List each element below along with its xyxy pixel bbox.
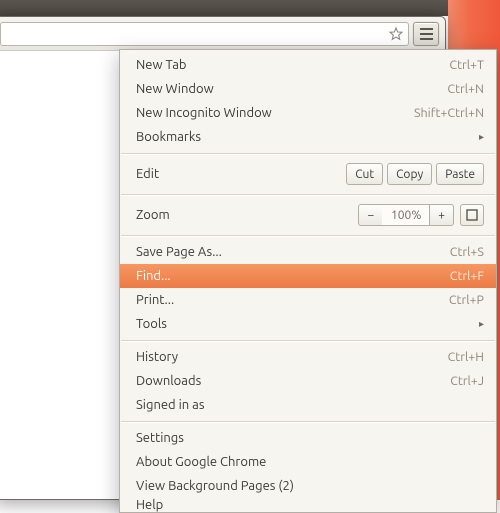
chevron-right-icon: ▸ [479, 318, 484, 330]
zoom-out-button[interactable]: − [358, 204, 383, 226]
menu-item-history[interactable]: History Ctrl+H [120, 345, 496, 369]
cut-button[interactable]: Cut [346, 163, 383, 185]
menu-item-save-as[interactable]: Save Page As... Ctrl+S [120, 240, 496, 264]
menu-item-downloads[interactable]: Downloads Ctrl+J [120, 369, 496, 393]
menu-shortcut: Ctrl+N [447, 82, 484, 96]
menu-label: Signed in as [136, 398, 484, 412]
menu-item-new-window[interactable]: New Window Ctrl+N [120, 77, 496, 101]
menu-label: Edit [136, 167, 346, 181]
menu-item-about[interactable]: About Google Chrome [120, 450, 496, 474]
menu-label: Bookmarks [136, 130, 475, 144]
bookmark-star-icon[interactable] [388, 26, 404, 42]
menu-item-signed-in[interactable]: Signed in as [120, 393, 496, 417]
main-menu-button[interactable] [413, 22, 439, 46]
menu-item-tools[interactable]: Tools ▸ [120, 312, 496, 336]
menu-label: Tools [136, 317, 475, 331]
menu-label: New Window [136, 82, 447, 96]
menu-label: Print... [136, 293, 449, 307]
menu-shortcut: Ctrl+P [449, 293, 484, 307]
menu-shortcut: Ctrl+S [450, 245, 484, 259]
zoom-in-button[interactable]: + [429, 204, 454, 226]
zoom-controls: − 100% + [358, 204, 454, 226]
menu-separator [121, 194, 495, 195]
menu-separator [121, 153, 495, 154]
menu-shortcut: Shift+Ctrl+N [414, 106, 484, 120]
menu-item-help[interactable]: Help [120, 498, 496, 512]
desktop-panel [0, 0, 448, 16]
menu-label: Help [136, 498, 163, 512]
menu-label: Find... [136, 269, 450, 283]
menu-label: View Background Pages (2) [136, 479, 484, 493]
menu-separator [121, 421, 495, 422]
menu-label: Save Page As... [136, 245, 450, 259]
hamburger-icon [420, 28, 433, 30]
main-menu: New Tab Ctrl+T New Window Ctrl+N New Inc… [119, 49, 497, 513]
menu-item-zoom: Zoom − 100% + [120, 199, 496, 231]
copy-button[interactable]: Copy [387, 163, 432, 185]
paste-button[interactable]: Paste [436, 163, 484, 185]
address-bar[interactable] [0, 22, 409, 46]
menu-shortcut: Ctrl+F [450, 269, 484, 283]
menu-label: New Tab [136, 58, 449, 72]
menu-item-new-tab[interactable]: New Tab Ctrl+T [120, 53, 496, 77]
menu-item-background-pages[interactable]: View Background Pages (2) [120, 474, 496, 498]
menu-item-edit: Edit Cut Copy Paste [120, 158, 496, 190]
menu-item-bookmarks[interactable]: Bookmarks ▸ [120, 125, 496, 149]
browser-toolbar [0, 17, 445, 51]
menu-item-settings[interactable]: Settings [120, 426, 496, 450]
zoom-percentage: 100% [382, 204, 430, 226]
menu-item-print[interactable]: Print... Ctrl+P [120, 288, 496, 312]
menu-shortcut: Ctrl+T [449, 58, 484, 72]
menu-shortcut: Ctrl+J [450, 374, 484, 388]
chevron-right-icon: ▸ [479, 131, 484, 143]
menu-label: Zoom [136, 208, 358, 222]
fullscreen-icon [466, 209, 478, 221]
menu-label: About Google Chrome [136, 455, 484, 469]
menu-separator [121, 340, 495, 341]
menu-shortcut: Ctrl+H [448, 350, 484, 364]
fullscreen-button[interactable] [460, 204, 484, 226]
menu-separator [121, 235, 495, 236]
menu-label: Downloads [136, 374, 450, 388]
menu-label: New Incognito Window [136, 106, 414, 120]
menu-item-find[interactable]: Find... Ctrl+F [120, 264, 496, 288]
menu-label: Settings [136, 431, 484, 445]
menu-item-new-incognito[interactable]: New Incognito Window Shift+Ctrl+N [120, 101, 496, 125]
menu-label: History [136, 350, 448, 364]
